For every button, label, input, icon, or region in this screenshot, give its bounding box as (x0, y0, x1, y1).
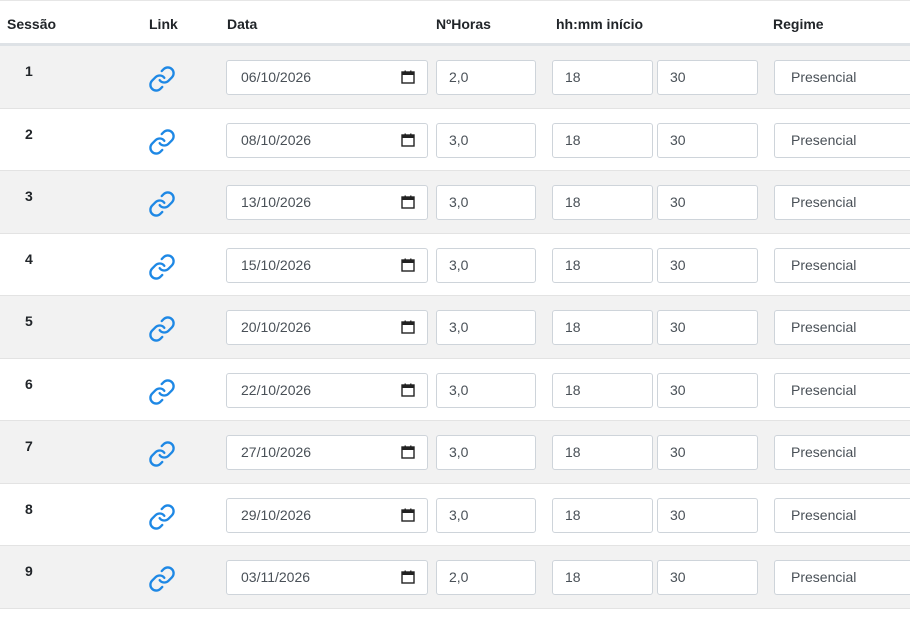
hours-input[interactable]: 3,0 (436, 247, 536, 283)
start-hour-input[interactable]: 18 (552, 185, 653, 220)
date-input[interactable]: 08/10/2026 (226, 122, 428, 158)
regime-select[interactable]: Presencial (774, 122, 910, 158)
date-input[interactable]: 13/10/2026 (226, 185, 428, 220)
calendar-icon[interactable] (401, 445, 415, 459)
link-chain-icon[interactable] (148, 190, 176, 218)
start-hour-input[interactable]: 18 (552, 60, 653, 95)
session-number: 7 (25, 438, 33, 454)
regime-select[interactable]: Presencial (774, 60, 910, 95)
regime-select[interactable]: Presencial (774, 247, 910, 283)
hours-input[interactable]: 2,0 (436, 560, 536, 595)
header-link: Link (149, 16, 178, 32)
link-chain-icon[interactable] (148, 565, 176, 593)
regime-select[interactable]: Presencial (774, 560, 910, 595)
date-input[interactable]: 22/10/2026 (226, 372, 428, 408)
date-value: 03/11/2026 (241, 569, 311, 585)
calendar-icon[interactable] (401, 508, 415, 522)
table-row: 7 27/10/2026 3,0 18 30 Presencial (0, 421, 910, 484)
hours-input[interactable]: 3,0 (436, 435, 536, 470)
start-minute-input[interactable]: 30 (657, 372, 758, 408)
link-chain-icon[interactable] (148, 253, 176, 281)
hours-input[interactable]: 3,0 (436, 310, 536, 345)
hours-input[interactable]: 3,0 (436, 372, 536, 408)
date-value: 20/10/2026 (241, 319, 312, 335)
regime-select[interactable]: Presencial (774, 185, 910, 220)
date-input[interactable]: 15/10/2026 (226, 247, 428, 283)
table-row: 1 06/10/2026 2,0 18 30 Presencial (0, 46, 910, 109)
link-chain-icon[interactable] (148, 440, 176, 468)
start-hour-input[interactable]: 18 (552, 372, 653, 408)
calendar-icon[interactable] (401, 383, 415, 397)
session-number: 1 (25, 63, 33, 79)
header-inicio: hh:mm início (556, 16, 644, 32)
session-number: 3 (25, 188, 33, 204)
calendar-icon[interactable] (401, 133, 415, 147)
table-body: 1 06/10/2026 2,0 18 30 Presencial 2 08/1… (0, 46, 910, 609)
session-number: 5 (25, 313, 33, 329)
regime-select[interactable]: Presencial (774, 497, 910, 533)
session-number: 6 (25, 375, 33, 392)
start-hour-input[interactable]: 18 (552, 435, 653, 470)
start-hour-input[interactable]: 18 (552, 122, 653, 158)
start-minute-input[interactable]: 30 (657, 122, 758, 158)
start-hour-input[interactable]: 18 (552, 560, 653, 595)
start-minute-input[interactable]: 30 (657, 560, 758, 595)
calendar-icon[interactable] (401, 320, 415, 334)
start-minute-input[interactable]: 30 (657, 435, 758, 470)
table-row: 6 22/10/2026 3,0 18 30 Presencial (0, 358, 910, 421)
date-input[interactable]: 27/10/2026 (226, 435, 428, 470)
table-row: 5 20/10/2026 3,0 18 30 Presencial (0, 296, 910, 359)
link-chain-icon[interactable] (148, 65, 176, 93)
session-number: 8 (25, 500, 33, 517)
table-row: 3 13/10/2026 3,0 18 30 Presencial (0, 171, 910, 234)
header-regime: Regime (773, 16, 824, 32)
regime-select[interactable]: Presencial (774, 372, 910, 408)
table-row: 8 29/10/2026 3,0 18 30 Presencial (0, 483, 910, 546)
calendar-icon[interactable] (401, 570, 415, 584)
date-value: 13/10/2026 (241, 194, 312, 210)
date-value: 29/10/2026 (241, 506, 312, 523)
date-value: 06/10/2026 (241, 69, 312, 85)
sessions-table: Sessão Link Data NºHoras hh:mm início Re… (0, 0, 910, 609)
start-minute-input[interactable]: 30 (657, 247, 758, 283)
date-value: 27/10/2026 (241, 444, 312, 460)
header-horas: NºHoras (436, 16, 491, 32)
link-chain-icon[interactable] (148, 315, 176, 343)
session-number: 2 (25, 125, 33, 142)
start-minute-input[interactable]: 30 (657, 310, 758, 345)
session-number: 4 (25, 250, 33, 267)
date-value: 22/10/2026 (241, 381, 312, 398)
hours-input[interactable]: 3,0 (436, 122, 536, 158)
header-data: Data (227, 16, 258, 32)
session-number: 9 (25, 563, 33, 579)
start-hour-input[interactable]: 18 (552, 310, 653, 345)
start-minute-input[interactable]: 30 (657, 185, 758, 220)
date-value: 08/10/2026 (241, 131, 312, 148)
table-header: Sessão Link Data NºHoras hh:mm início Re… (0, 0, 910, 46)
start-hour-input[interactable]: 18 (552, 247, 653, 283)
hours-input[interactable]: 2,0 (436, 60, 536, 95)
regime-select[interactable]: Presencial (774, 435, 910, 470)
start-minute-input[interactable]: 30 (657, 497, 758, 533)
date-input[interactable]: 29/10/2026 (226, 497, 428, 533)
table-row: 2 08/10/2026 3,0 18 30 Presencial (0, 108, 910, 171)
table-row: 4 15/10/2026 3,0 18 30 Presencial (0, 233, 910, 296)
start-hour-input[interactable]: 18 (552, 497, 653, 533)
calendar-icon[interactable] (401, 195, 415, 209)
link-chain-icon[interactable] (148, 378, 176, 406)
start-minute-input[interactable]: 30 (657, 60, 758, 95)
hours-input[interactable]: 3,0 (436, 497, 536, 533)
link-chain-icon[interactable] (148, 503, 176, 531)
regime-select[interactable]: Presencial (774, 310, 910, 345)
date-value: 15/10/2026 (241, 256, 312, 273)
hours-input[interactable]: 3,0 (436, 185, 536, 220)
link-chain-icon[interactable] (148, 128, 176, 156)
date-input[interactable]: 20/10/2026 (226, 310, 428, 345)
calendar-icon[interactable] (401, 70, 415, 84)
header-sessao: Sessão (7, 16, 57, 32)
date-input[interactable]: 06/10/2026 (226, 60, 428, 95)
date-input[interactable]: 03/11/2026 (226, 560, 428, 595)
calendar-icon[interactable] (401, 258, 415, 272)
table-row: 9 03/11/2026 2,0 18 30 Presencial (0, 546, 910, 609)
